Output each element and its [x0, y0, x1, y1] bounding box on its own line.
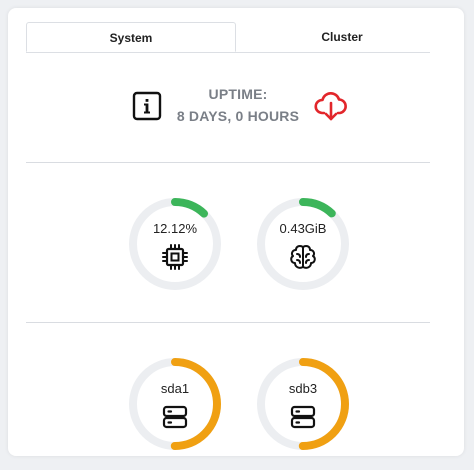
- cpu-gauge: 12.12%: [127, 196, 223, 292]
- tab-bar: System Cluster: [26, 22, 430, 53]
- storage-drive-icon: [290, 405, 316, 429]
- info-icon[interactable]: [132, 91, 162, 121]
- storage-drive-icon: [162, 405, 188, 429]
- uptime-label: UPTIME:: [208, 86, 268, 102]
- uptime-text: UPTIME: 8 DAYS, 0 HOURS: [168, 83, 308, 127]
- memory-gauge: 0.43GiB: [255, 196, 351, 292]
- memory-usage-value: 0.43GiB: [279, 221, 327, 236]
- sdb3-disk-label: sdb3: [288, 381, 318, 396]
- divider: [26, 162, 430, 163]
- tab-cluster[interactable]: Cluster: [237, 22, 447, 52]
- tab-system[interactable]: System: [26, 22, 236, 52]
- divider: [26, 322, 430, 323]
- sda1-disk-gauge: sda1: [127, 356, 223, 452]
- system-status-card: System Cluster UPTIME: 8 DAYS, 0 HOURS 1…: [8, 8, 464, 456]
- uptime-row: UPTIME: 8 DAYS, 0 HOURS: [8, 83, 464, 143]
- sda1-disk-label: sda1: [160, 381, 190, 396]
- cpu-chip-icon: [162, 244, 188, 270]
- cloud-download-icon[interactable]: [314, 89, 348, 123]
- cpu-usage-value: 12.12%: [152, 221, 198, 236]
- brain-icon: [290, 245, 316, 269]
- uptime-value: 8 DAYS, 0 HOURS: [176, 108, 300, 124]
- sdb3-disk-gauge: sdb3: [255, 356, 351, 452]
